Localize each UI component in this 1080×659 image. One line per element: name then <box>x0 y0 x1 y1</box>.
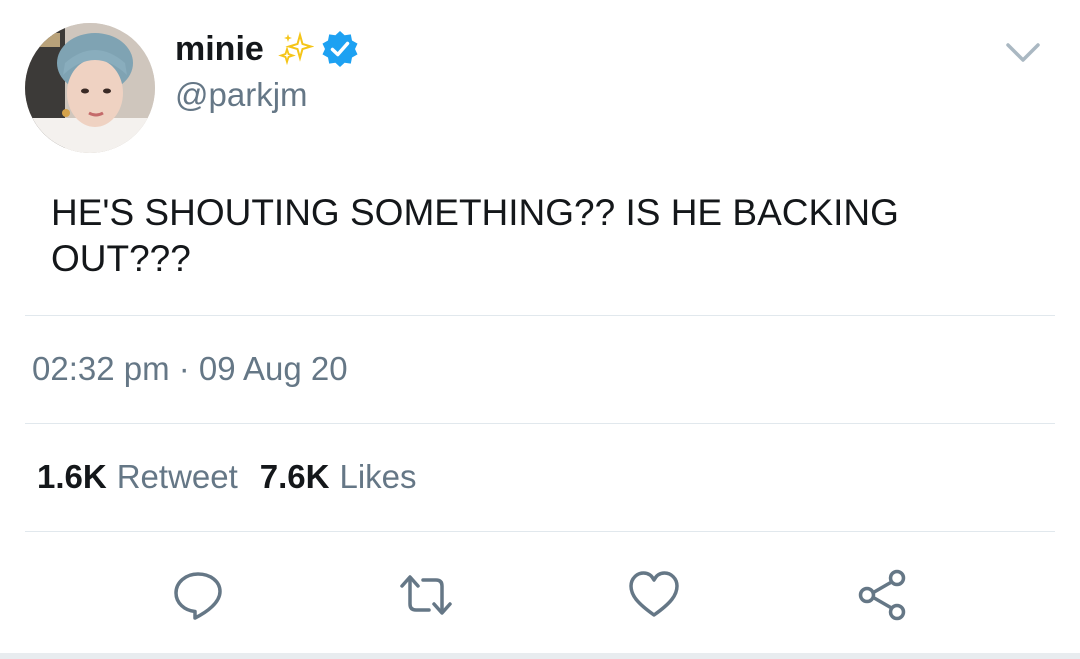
heart-icon <box>629 571 679 617</box>
verified-badge-icon <box>322 31 358 67</box>
share-icon <box>858 569 906 621</box>
tweet-timestamp: 02:32 pm · 09 Aug 20 <box>32 350 348 387</box>
divider <box>25 531 1055 532</box>
engagement-stats: 1.6K Retweet 7.6K Likes <box>37 458 417 496</box>
likes-count: 7.6K <box>259 458 330 495</box>
like-button[interactable] <box>624 565 684 625</box>
retweet-icon <box>400 575 452 615</box>
bottom-edge-bar <box>0 653 1080 659</box>
tweet-card: minie @parkjm HE'S SHOUTING SOMETHING?? … <box>0 0 1080 659</box>
reply-button[interactable] <box>168 565 228 625</box>
tweet-text: HE'S SHOUTING SOMETHING?? IS HE BACKING … <box>51 192 899 279</box>
tweet-actions-bar <box>0 565 1080 625</box>
retweets-count: 1.6K <box>37 458 107 495</box>
display-name[interactable]: minie <box>175 30 264 69</box>
avatar-photo <box>25 23 155 153</box>
divider <box>25 315 1055 316</box>
user-handle[interactable]: @parkjm <box>175 76 308 114</box>
share-button[interactable] <box>852 565 912 625</box>
retweets-stat[interactable]: 1.6K Retweet <box>37 458 238 496</box>
retweet-button[interactable] <box>396 565 456 625</box>
chevron-down-icon[interactable] <box>1004 40 1042 66</box>
retweets-label: Retweet <box>116 458 238 495</box>
display-name-row: minie <box>175 27 360 71</box>
likes-label: Likes <box>339 458 417 495</box>
sparkles-icon <box>277 31 314 66</box>
divider <box>25 423 1055 424</box>
reply-icon <box>174 572 222 620</box>
avatar[interactable] <box>25 23 155 153</box>
likes-stat[interactable]: 7.6K Likes <box>260 458 417 496</box>
